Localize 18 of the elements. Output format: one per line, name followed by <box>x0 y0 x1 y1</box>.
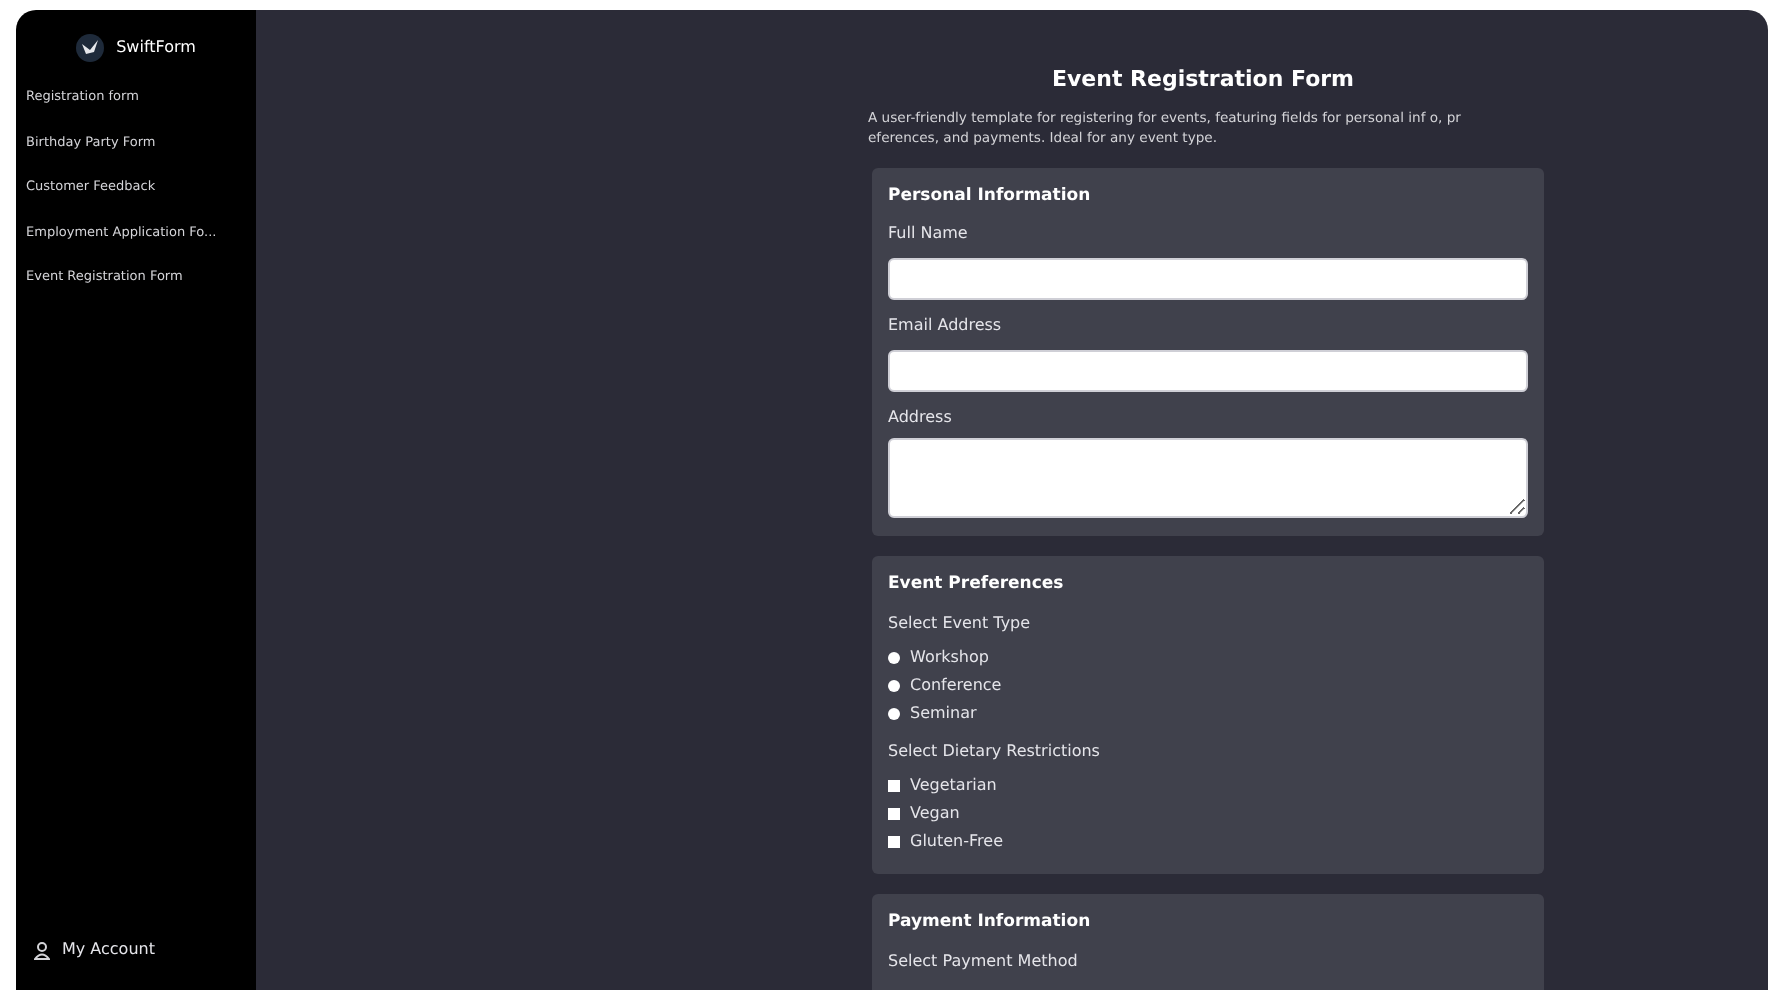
account-link[interactable]: My Account <box>62 938 155 962</box>
field-label: Select Payment Method <box>888 949 1080 974</box>
field-label: Full Name <box>888 222 970 247</box>
form-title: Event Registration Form <box>1049 64 1357 96</box>
field-label: Email Address <box>888 314 1004 339</box>
field-label: Address <box>888 406 954 431</box>
option-label: Vegetarian <box>910 774 997 798</box>
section-title: Payment Information <box>888 910 1093 936</box>
option-label: Workshop <box>910 646 989 670</box>
field-label: Select Event Type <box>888 612 1033 636</box>
field-label: Select Dietary Restrictions <box>888 740 1102 764</box>
section-title: Personal Information <box>888 183 1093 209</box>
option-label: Vegan <box>910 802 960 826</box>
option-label: Seminar <box>910 702 977 726</box>
section-title: Event Preferences <box>888 572 1066 598</box>
option-label: Conference <box>910 674 1002 698</box>
brand-name: SwiftForm <box>116 36 196 60</box>
option-label: Gluten-Free <box>910 830 1003 854</box>
